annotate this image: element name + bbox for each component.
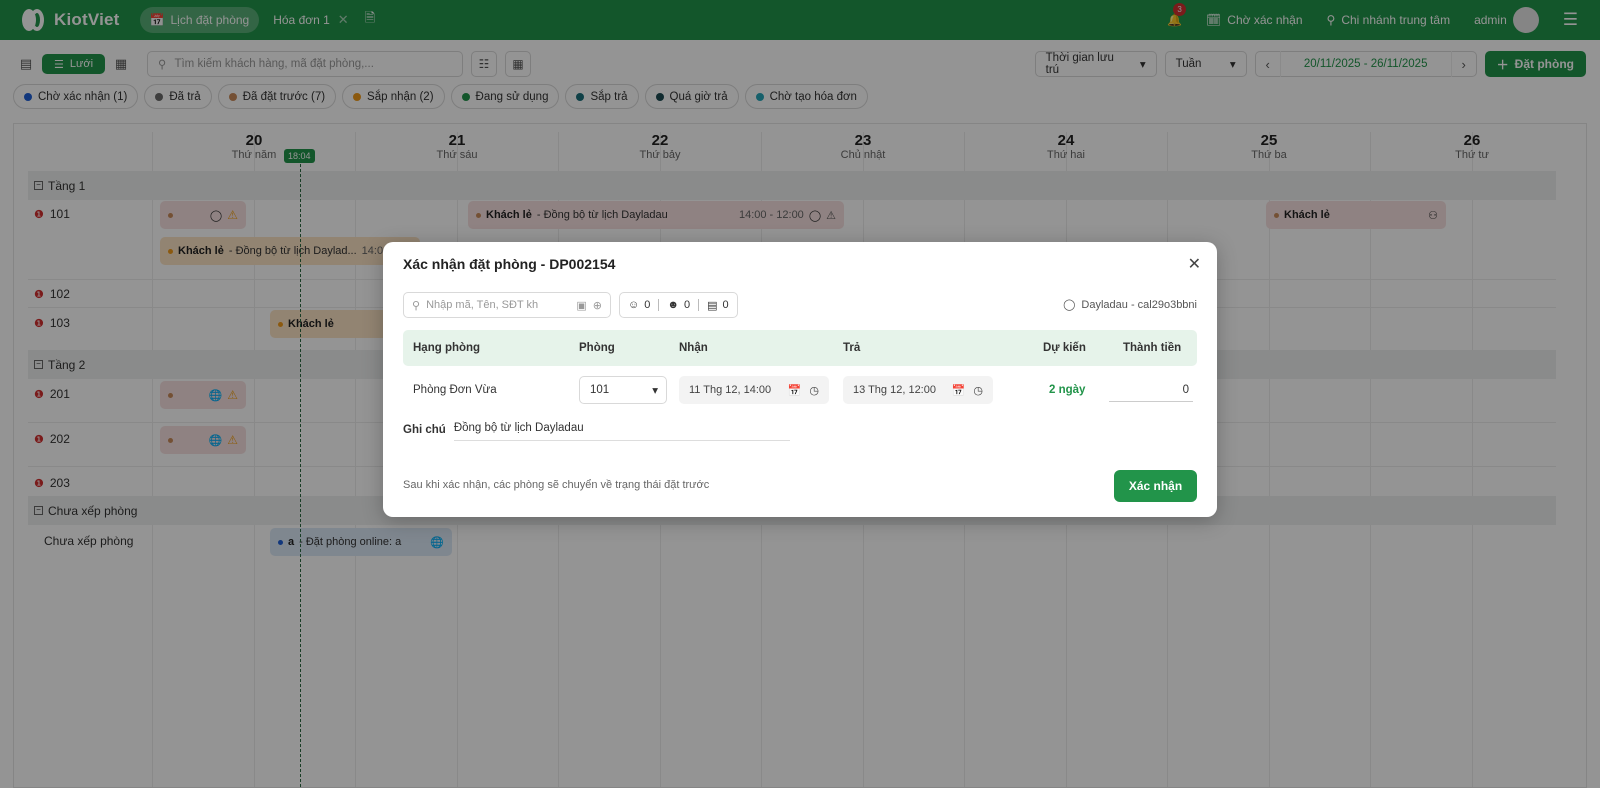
search-placeholder: Nhập mã, Tên, SĐT kh	[426, 299, 539, 311]
customer-search-input[interactable]: ⚲ Nhập mã, Tên, SĐT kh ▣ ⊕	[403, 292, 611, 318]
scan-icon[interactable]: ▣	[576, 299, 586, 312]
adult-icon: ☺	[628, 299, 640, 311]
col-duration: Dự kiến	[1043, 342, 1086, 354]
note-input[interactable]: Đồng bộ từ lịch Dayladau	[453, 418, 790, 441]
clock-icon[interactable]: ◷	[809, 384, 819, 397]
checkout-date-field[interactable]: 13 Thg 12, 12:00 📅 ◷	[843, 376, 993, 404]
amount-input[interactable]: 0	[1109, 378, 1193, 402]
note-field: Ghi chú Đồng bộ từ lịch Dayladau	[403, 418, 790, 441]
room-select[interactable]: 101 ▾	[579, 376, 667, 404]
confirm-booking-dialog: Xác nhận đặt phòng - DP002154 ✕ ⚲ Nhập m…	[383, 242, 1217, 517]
col-amount: Thành tiền	[1123, 342, 1182, 354]
adult-count: 0	[644, 299, 651, 311]
divider	[658, 299, 660, 311]
col-room: Phòng	[579, 342, 615, 354]
calendar-icon[interactable]: 📅	[788, 384, 802, 397]
duration-value: 2 ngày	[1049, 384, 1086, 396]
room-value: 101	[590, 384, 610, 396]
id-card-icon: ▤	[707, 299, 718, 312]
id-count: 0	[722, 299, 729, 311]
sync-icon: ◯	[1063, 299, 1076, 311]
search-icon: ⚲	[412, 299, 421, 312]
child-icon: ☻	[667, 299, 679, 311]
note-label: Ghi chú	[403, 423, 446, 436]
dialog-title: Xác nhận đặt phòng - DP002154	[403, 256, 616, 272]
close-icon[interactable]: ✕	[1188, 254, 1201, 274]
caret-down-icon: ▾	[652, 385, 658, 397]
checkin-value: 11 Thg 12, 14:00	[689, 384, 772, 396]
footer-hint: Sau khi xác nhận, các phòng sẽ chuyển về…	[403, 479, 710, 491]
col-checkout: Trả	[843, 342, 861, 354]
calendar-icon[interactable]: 📅	[952, 384, 966, 397]
child-count: 0	[683, 299, 691, 311]
add-circle-icon[interactable]: ⊕	[593, 299, 602, 312]
confirm-button[interactable]: Xác nhận	[1114, 470, 1197, 502]
room-type-value: Phòng Đơn Vừa	[413, 384, 497, 396]
divider	[698, 299, 700, 311]
booking-table-header: Hạng phòng Phòng Nhận Trả Dự kiến Thành …	[403, 330, 1197, 366]
checkout-value: 13 Thg 12, 12:00	[853, 384, 936, 396]
clock-icon[interactable]: ◷	[973, 384, 983, 397]
table-row: Phòng Đơn Vừa 101 ▾ 11 Thg 12, 14:00 📅 ◷…	[403, 372, 1197, 408]
col-room-type: Hạng phòng	[413, 342, 481, 354]
booking-source: ◯ Dayladau - cal29o3bbni	[1063, 298, 1197, 312]
source-label: Dayladau - cal29o3bbni	[1081, 298, 1197, 311]
col-checkin: Nhận	[679, 342, 708, 354]
checkin-date-field[interactable]: 11 Thg 12, 14:00 📅 ◷	[679, 376, 829, 404]
guest-counter[interactable]: ☺ 0 ☻ 0 ▤ 0	[619, 292, 738, 318]
